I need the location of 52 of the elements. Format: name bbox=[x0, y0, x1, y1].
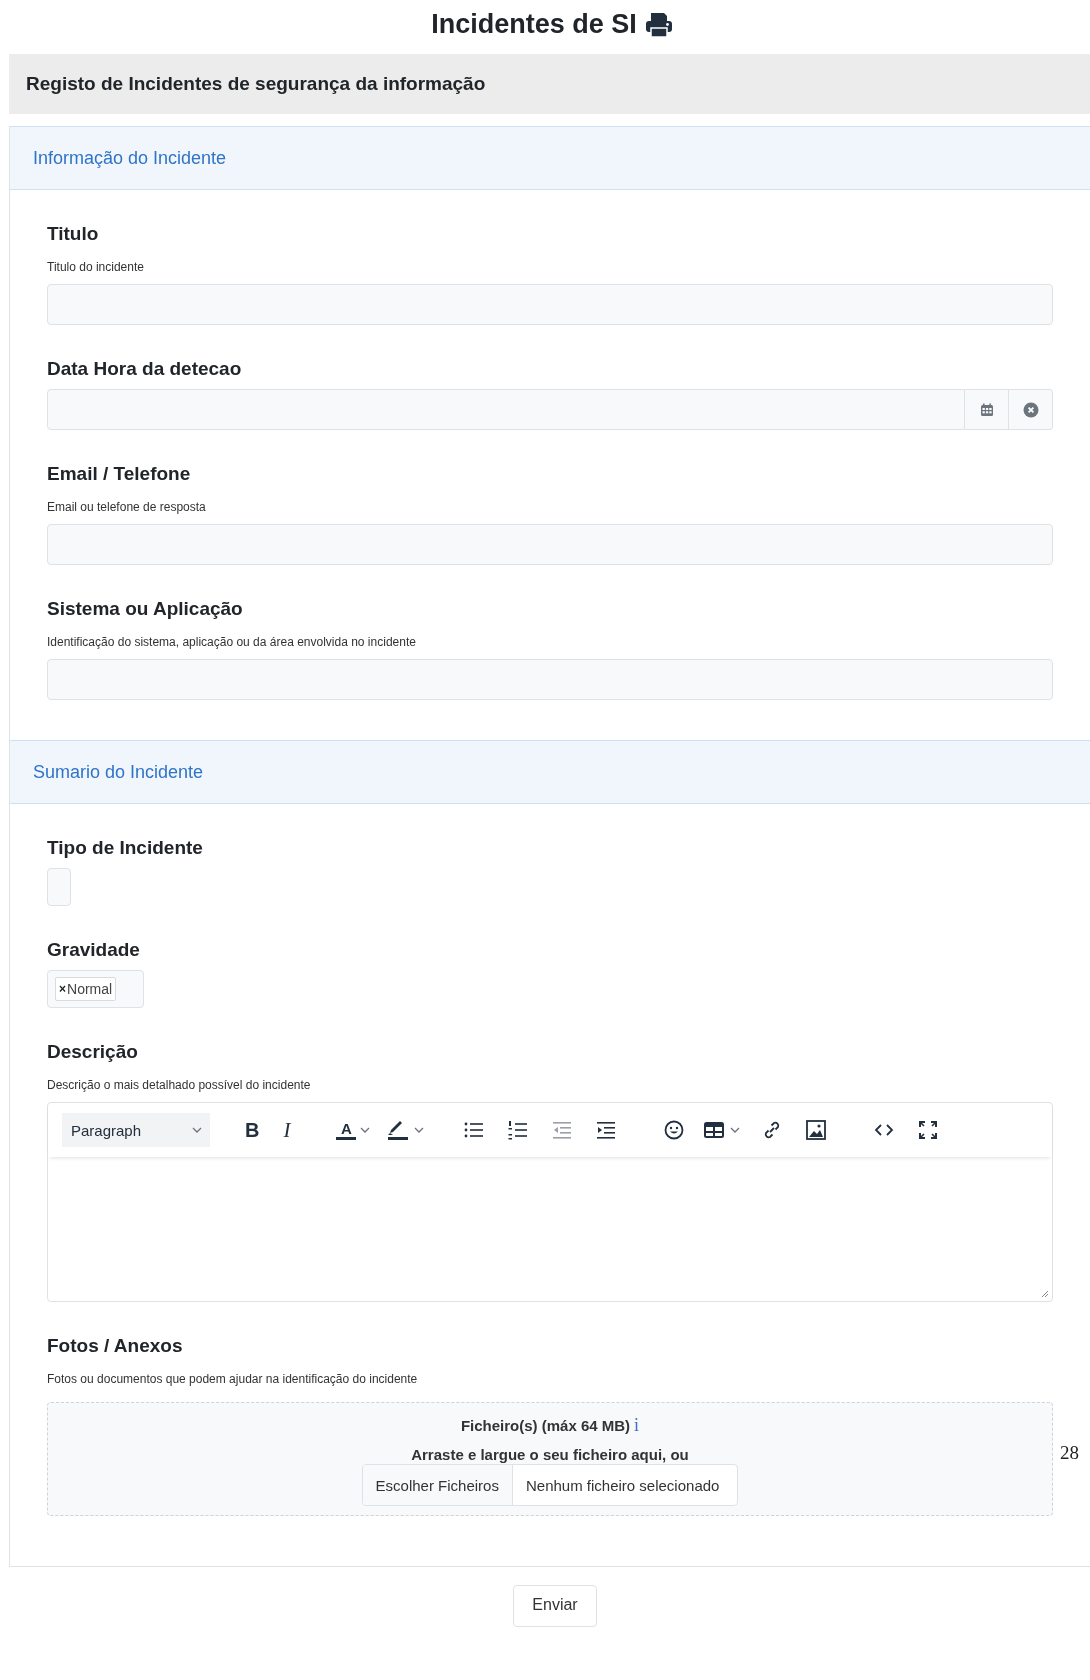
info-link[interactable]: i bbox=[634, 1415, 640, 1436]
form-subtitle: Registo de Incidentes de segurança da informação bbox=[26, 73, 486, 95]
field-hint: Email ou telefone de resposta bbox=[47, 500, 207, 514]
tag-field[interactable]: ×Normal bbox=[47, 970, 144, 1008]
clear-icon bbox=[1022, 401, 1039, 418]
field-hint: Identificação do sistema, aplicação ou da área envolvida no incidente bbox=[47, 635, 417, 649]
block-format-dropdown[interactable]: Paragraph bbox=[62, 1113, 210, 1147]
section-title: Informação do Incidente bbox=[33, 147, 227, 169]
caret-icon bbox=[360, 1127, 371, 1133]
field-hint: Titulo do incidente bbox=[47, 260, 145, 274]
clear-button[interactable] bbox=[1009, 389, 1053, 430]
field-label: Descrição bbox=[47, 1040, 139, 1064]
calendar-button[interactable] bbox=[965, 389, 1009, 430]
text-field[interactable] bbox=[47, 659, 1053, 700]
caret-icon bbox=[414, 1127, 425, 1133]
submit-button[interactable]: Enviar bbox=[513, 1585, 597, 1627]
text-field[interactable] bbox=[47, 284, 1053, 325]
text-field[interactable] bbox=[47, 524, 1053, 565]
choose-files-button[interactable]: Escolher Ficheiros bbox=[362, 1465, 513, 1505]
field-label: Sistema ou Aplicação bbox=[47, 597, 244, 621]
remove-tag-button[interactable]: × bbox=[59, 982, 66, 996]
field-hint: Descrição o mais detalhado possível do incidente bbox=[47, 1078, 312, 1092]
file-drop-zone[interactable]: Ficheiro(s) (máx 64 MB) i Arraste e largue o seu ficheiro aqui, ou Escolher Ficheiros Nenhum ficheiro selecionado bbox=[47, 1402, 1053, 1516]
calendar-icon bbox=[979, 402, 994, 417]
text-color-button[interactable]: A bbox=[331, 1115, 376, 1145]
field-label: Data Hora da detecao bbox=[47, 357, 243, 381]
caret-icon bbox=[730, 1127, 741, 1133]
print-button[interactable] bbox=[644, 12, 673, 38]
field-label: Gravidade bbox=[47, 938, 141, 962]
field-label: Titulo bbox=[47, 222, 100, 246]
highlighter-icon bbox=[386, 1118, 411, 1142]
margin-number: 28 bbox=[1060, 1442, 1079, 1464]
field-hint: Fotos ou documentos que podem ajudar na identificação do incidente bbox=[47, 1372, 419, 1386]
field-label: Tipo de Incidente bbox=[47, 836, 204, 860]
bold-button[interactable]: B bbox=[240, 1115, 265, 1145]
select-field[interactable] bbox=[47, 868, 71, 906]
italic-button[interactable]: I bbox=[278, 1115, 296, 1145]
caret-icon bbox=[192, 1127, 202, 1133]
file-input[interactable]: Escolher Ficheiros Nenhum ficheiro selecionado bbox=[361, 1464, 739, 1506]
tag-label: Normal bbox=[67, 981, 113, 997]
field-label: Fotos / Anexos bbox=[47, 1334, 184, 1358]
file-status-text: Nenhum ficheiro selecionado bbox=[524, 1475, 721, 1496]
image-icon bbox=[804, 1118, 829, 1142]
section-title: Sumario do Incidente bbox=[33, 761, 204, 783]
field-label: Email / Telefone bbox=[47, 462, 192, 486]
file-limit-text: Ficheiro(s) (máx 64 MB) bbox=[460, 1417, 631, 1434]
resize-handle-icon[interactable] bbox=[1039, 1288, 1049, 1298]
printer-icon bbox=[644, 12, 673, 38]
drop-instructions: Arraste e largue o seu ficheiro aqui, ou bbox=[411, 1446, 689, 1463]
rich-text-editor[interactable]: Paragraph B I A bbox=[47, 1102, 1053, 1302]
page-title: Incidentes de SI bbox=[431, 8, 637, 40]
date-time-field[interactable] bbox=[47, 389, 965, 430]
